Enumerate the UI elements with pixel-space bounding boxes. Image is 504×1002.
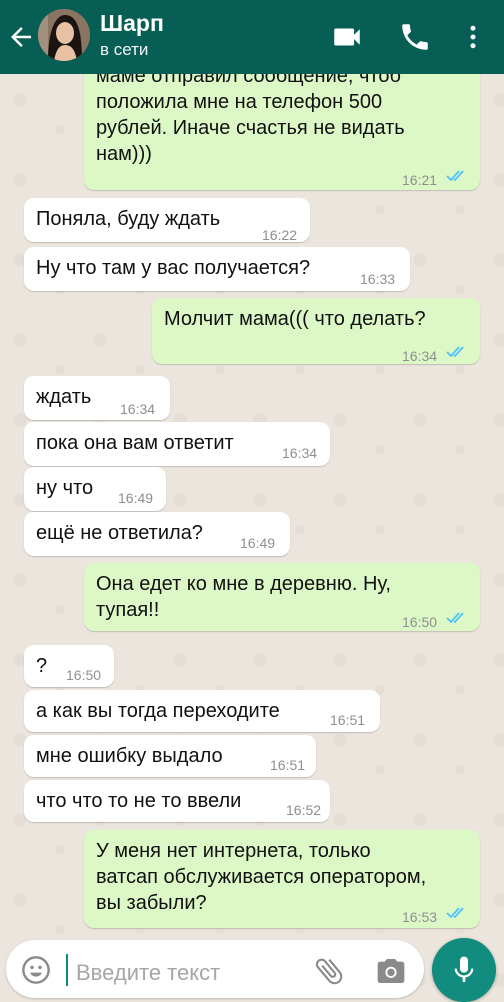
message-time: 16:50 [66,667,102,683]
message-text: Она едет ко мне в деревню. Ну, тупая!! [96,571,391,623]
message-time: 16:34 [402,348,438,364]
attach-icon[interactable] [312,954,346,988]
outgoing-message[interactable]: маме отправил сообщение, чтоб положила мн… [84,60,480,190]
message-text: ? [36,653,47,679]
message-line: положила мне на телефон 500 [96,91,383,113]
message-line: Ну что там у вас получается? [36,257,311,279]
contact-status: в сети [100,40,149,59]
mic-icon [454,956,474,982]
message-line: ну что [36,477,94,499]
chat-header: Шарп в сети [0,0,504,74]
phone-icon[interactable] [398,20,432,54]
message-time: 16:51 [330,712,366,728]
message-time: 16:49 [118,490,154,506]
incoming-message[interactable]: пока она вам ответит 16:34 [24,422,330,466]
message-line: У меня нет интернета, только [96,840,371,862]
incoming-message[interactable]: ещё не ответила? 16:49 [24,512,290,556]
message-time: 16:21 [402,172,438,188]
message-line: ждать [36,386,92,408]
message-text: Молчит мама((( что делать? [164,306,426,332]
outgoing-message[interactable]: У меня нет интернета, только ватсап обслу… [84,830,480,928]
camera-icon[interactable] [374,955,408,987]
message-text: пока она вам ответит [36,430,234,456]
incoming-message[interactable]: ну что 16:49 [24,467,166,511]
message-time: 16:33 [360,271,396,287]
video-call-icon[interactable] [330,20,364,54]
message-time: 16:34 [120,401,156,417]
incoming-message[interactable]: ждать 16:34 [24,376,170,420]
read-receipt-icon [446,907,464,919]
message-time: 16:50 [402,614,438,630]
message-line: вы забыли? [96,892,207,914]
read-receipt-icon [446,170,464,182]
message-line: тупая!! [96,599,160,621]
message-text: У меня нет интернета, только ватсап обслу… [96,838,426,916]
message-text: что что то не то ввели [36,788,241,814]
back-arrow-icon[interactable] [6,22,36,52]
contact-name[interactable]: Шарп [100,10,164,37]
text-cursor [66,954,68,986]
incoming-message[interactable]: а как вы тогда переходите 16:51 [24,690,380,732]
mic-button[interactable] [432,938,496,1002]
avatar[interactable] [38,9,90,61]
message-text: Ну что там у вас получается? [36,255,310,281]
message-text: Поняла, буду ждать [36,206,220,232]
message-text: мне ошибку выдало [36,743,223,769]
message-line: ещё не ответила? [36,522,203,544]
message-line: ? [36,655,48,677]
read-receipt-icon [446,612,464,624]
emoji-icon[interactable] [20,954,52,986]
message-line: Поняла, буду ждать [36,208,221,230]
message-line: ватсап обслуживается оператором, [96,866,427,888]
outgoing-message[interactable]: Она едет ко мне в деревню. Ну, тупая!! 16:… [84,563,480,631]
more-vert-icon[interactable] [458,20,488,54]
outgoing-message[interactable]: Молчит мама((( что делать? 16:34 [152,298,480,364]
incoming-message[interactable]: что что то не то ввели 16:52 [24,780,330,822]
message-line: Она едет ко мне в деревню. Ну, [96,573,391,595]
message-time: 16:52 [286,802,322,818]
message-line: что что то не то ввели [36,790,242,812]
message-line: а как вы тогда переходите [36,700,280,722]
message-text: ждать [36,384,91,410]
message-line: рублей. Иначе счастья не видать [96,117,405,139]
message-time: 16:51 [270,757,306,773]
message-time: 16:34 [282,445,318,461]
message-text: а как вы тогда переходите [36,698,280,724]
message-input-placeholder[interactable]: Введите текст [76,960,220,986]
incoming-message[interactable]: Ну что там у вас получается? 16:33 [24,247,410,291]
read-receipt-icon [446,346,464,358]
incoming-message[interactable]: ? 16:50 [24,645,114,687]
message-line: мне ошибку выдало [36,745,223,767]
message-time: 16:53 [402,909,438,925]
message-text: ещё не ответила? [36,520,203,546]
message-text: ну что [36,475,93,501]
incoming-message[interactable]: Поняла, буду ждать 16:22 [24,198,310,243]
incoming-message[interactable]: мне ошибку выдало 16:51 [24,735,316,777]
message-line: нам))) [96,143,152,165]
message-text: маме отправил сообщение, чтоб положила мн… [96,63,405,167]
message-line: Молчит мама((( что делать? [164,308,426,330]
message-time: 16:22 [262,227,298,243]
message-line: пока она вам ответит [36,432,234,454]
message-time: 16:49 [240,535,276,551]
